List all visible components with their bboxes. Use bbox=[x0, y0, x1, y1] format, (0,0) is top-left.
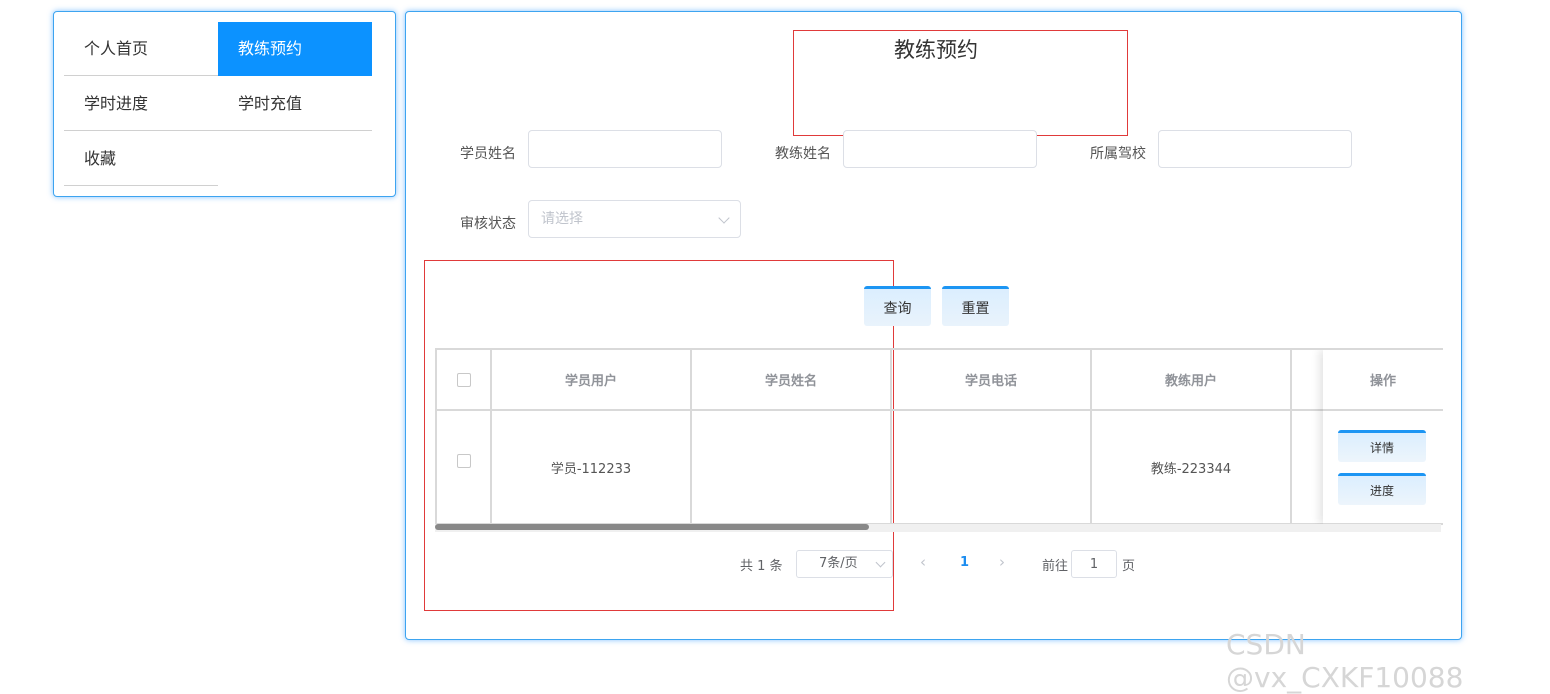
table-header-student-phone: 学员电话 bbox=[892, 350, 1092, 411]
school-label: 所属驾校 bbox=[1090, 146, 1146, 162]
reset-button[interactable]: 重置 bbox=[942, 286, 1009, 326]
status-select-placeholder: 请选择 bbox=[541, 211, 583, 227]
operations-column: 操作 详情 进度 bbox=[1323, 350, 1443, 525]
cell-operations bbox=[1323, 411, 1443, 525]
sidebar-item-hours-recharge[interactable]: 学时充值 bbox=[218, 77, 372, 131]
status-label: 审核状态 bbox=[460, 216, 516, 232]
sidebar-item-favorites[interactable]: 收藏 bbox=[64, 132, 218, 186]
sidebar-item-hours-progress[interactable]: 学时进度 bbox=[64, 77, 218, 131]
student-name-label: 学员姓名 bbox=[460, 146, 516, 162]
chevron-down-icon bbox=[875, 557, 886, 568]
sidebar-item-coach-booking[interactable]: 教练预约 bbox=[218, 22, 372, 76]
cell-student-user: 学员-112233 bbox=[492, 411, 692, 525]
student-name-input[interactable] bbox=[528, 130, 722, 168]
table-row-select bbox=[437, 411, 492, 525]
page-size-value: 7条/页 bbox=[819, 556, 858, 571]
table-header-select bbox=[437, 350, 492, 411]
cell-student-phone bbox=[892, 411, 1092, 525]
results-table: 学员用户 学员姓名 学员电话 教练用户 学员-112233 教练-223344 … bbox=[435, 348, 1443, 526]
scrollbar-thumb[interactable] bbox=[435, 524, 869, 530]
cell-coach-user: 教练-223344 bbox=[1092, 411, 1292, 525]
select-all-checkbox[interactable] bbox=[456, 372, 471, 387]
table-header-student-user: 学员用户 bbox=[492, 350, 692, 411]
cell-student-name bbox=[692, 411, 892, 525]
page-size-select[interactable]: 7条/页 bbox=[796, 550, 893, 578]
sidebar-panel: 个人首页 教练预约 学时进度 学时充值 收藏 bbox=[53, 11, 396, 197]
goto-prefix: 前往 bbox=[1042, 559, 1069, 574]
next-page-icon[interactable]: › bbox=[999, 553, 1005, 571]
annotation-box-title bbox=[793, 30, 1128, 136]
detail-button[interactable]: 详情 bbox=[1338, 430, 1426, 462]
goto-suffix: 页 bbox=[1122, 559, 1136, 574]
row-checkbox[interactable] bbox=[456, 454, 471, 468]
table-header-student-name: 学员姓名 bbox=[692, 350, 892, 411]
table-header-coach-user: 教练用户 bbox=[1092, 350, 1292, 411]
coach-name-input[interactable] bbox=[843, 130, 1037, 168]
query-button[interactable]: 查询 bbox=[864, 286, 931, 326]
chevron-down-icon bbox=[718, 212, 730, 224]
page-number-current[interactable]: 1 bbox=[960, 555, 969, 570]
table-horizontal-scrollbar[interactable] bbox=[435, 524, 1441, 532]
watermark: CSDN @vx_CXKF10088 bbox=[1226, 628, 1464, 694]
table-header-operations: 操作 bbox=[1323, 350, 1443, 411]
status-select[interactable]: 请选择 bbox=[528, 200, 741, 238]
coach-name-label: 教练姓名 bbox=[775, 146, 831, 162]
progress-button[interactable]: 进度 bbox=[1338, 473, 1426, 505]
sidebar-item-home[interactable]: 个人首页 bbox=[64, 22, 218, 76]
main-panel: 教练预约 学员姓名 教练姓名 所属驾校 审核状态 请选择 查询 重置 学员用户 … bbox=[405, 11, 1462, 640]
goto-page-input[interactable] bbox=[1071, 550, 1117, 578]
school-input[interactable] bbox=[1158, 130, 1352, 168]
prev-page-icon[interactable]: ‹ bbox=[920, 553, 926, 571]
pagination-total: 共 1 条 bbox=[740, 559, 783, 574]
